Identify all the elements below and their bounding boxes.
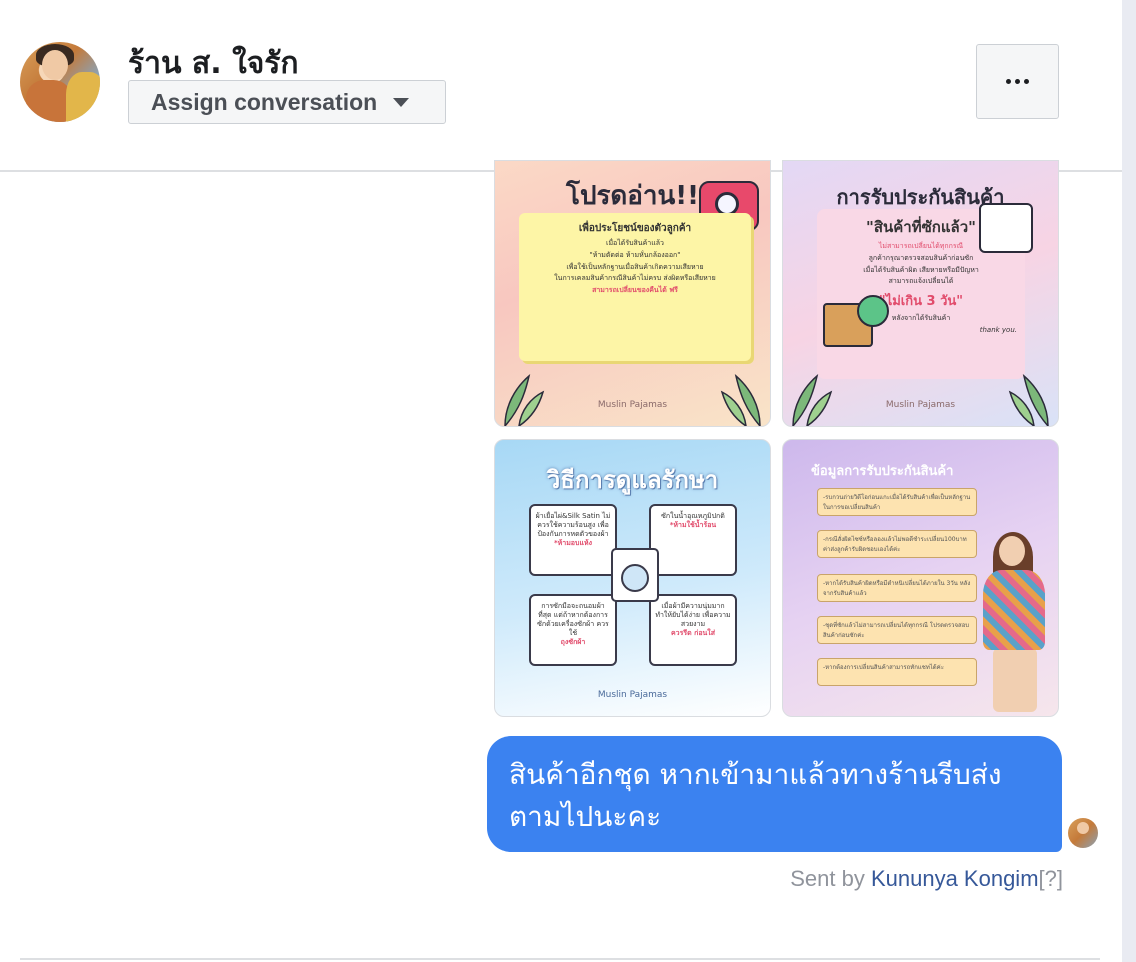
image-attachment-please-read[interactable]: โปรดอ่าน!! เพื่อประโยชน์ของตัวลูกค้า เมื… bbox=[494, 160, 771, 427]
page-avatar[interactable] bbox=[20, 42, 100, 122]
model-outfit bbox=[983, 570, 1045, 650]
leaf-icon bbox=[792, 373, 833, 426]
care-text: การซักมือจะถนอมผ้าที่สุด แต่ถ้าหากต้องกา… bbox=[537, 602, 609, 638]
care-text: เมื่อผ้ามีความนุ่มมาก ทำให้ยับได้ง่าย เพ… bbox=[655, 602, 731, 629]
info-row: -รบกวนถ่ายวิดีโอก่อนแกะเมื่อได้รับสินค้า… bbox=[817, 488, 977, 516]
assign-conversation-label: Assign conversation bbox=[151, 88, 378, 115]
brand-label: Muslin Pajamas bbox=[885, 400, 956, 410]
avatar-face bbox=[42, 50, 68, 80]
care-card: เมื่อผ้ามีความนุ่มมาก ทำให้ยับได้ง่าย เพ… bbox=[649, 594, 737, 666]
help-link[interactable]: [?] bbox=[1039, 866, 1063, 891]
more-dots-icon bbox=[1024, 79, 1029, 84]
model-legs bbox=[993, 648, 1037, 712]
image-attachment-warranty-info[interactable]: ข้อมูลการรับประกันสินค้า -รบกวนถ่ายวิดีโ… bbox=[782, 439, 1059, 717]
conversation-header: ร้าน ส. ใจรัก Assign conversation bbox=[0, 0, 1122, 172]
leaf-icon bbox=[1008, 373, 1049, 426]
info-row: -กรณีสั่งผิดไซซ์หรือลองแล้วไม่พอดีชำระเป… bbox=[817, 530, 977, 558]
sent-by-prefix: Sent by bbox=[790, 866, 871, 891]
sender-avatar-face bbox=[1077, 822, 1089, 834]
image-attachment-care-instructions[interactable]: วิธีการดูแลรักษา ผ้าเยื่อไผ่&Silk Satin … bbox=[494, 439, 771, 717]
more-options-button[interactable] bbox=[976, 44, 1059, 119]
info-row: -ชุดที่ซักแล้วไม่สามารถเปลี่ยนได้ทุกกรณี… bbox=[817, 616, 977, 644]
care-text: ผ้าเยื่อไผ่&Silk Satin ไม่ควรใช้ความร้อน… bbox=[535, 512, 611, 539]
notice-line: เพื่อใช้เป็นหลักฐานเมื่อสินค้าเกิดความเส… bbox=[566, 262, 704, 271]
notice-line: ในการเคลมสินค้ากรณีสินค้าไม่ครบ ส่งผิดหร… bbox=[554, 274, 716, 283]
leaf-icon bbox=[504, 373, 545, 426]
leaf-icon bbox=[720, 373, 761, 426]
more-dots-icon bbox=[1015, 79, 1020, 84]
care-warning: *ห้ามใช้น้ำร้อน bbox=[669, 521, 717, 530]
notice-heading: เพื่อประโยชน์ของตัวลูกค้า bbox=[578, 223, 692, 234]
sender-name-link[interactable]: Kununya Kongim bbox=[871, 866, 1039, 891]
composer-divider bbox=[20, 958, 1100, 960]
window-scrollbar[interactable] bbox=[1122, 0, 1136, 962]
warranty-line: สามารถแจ้งเปลี่ยนได้ bbox=[888, 277, 954, 286]
notice-line: สามารถเปลี่ยนของคืนได้ ฟรี bbox=[592, 286, 678, 294]
sender-avatar bbox=[1068, 818, 1098, 848]
warranty-line: เมื่อได้รับสินค้าผิด เสียหายหรือมีปัญหา bbox=[863, 265, 979, 274]
care-text: ซักในน้ำอุณหภูมิปกติ bbox=[661, 512, 725, 520]
notice-line: เมื่อได้รับสินค้าแล้ว bbox=[606, 239, 664, 247]
sent-by-line: Sent by Kununya Kongim[?] bbox=[790, 866, 1063, 892]
care-warning: ควรรีด ก่อนใส่ bbox=[670, 629, 716, 638]
image-title: วิธีการดูแลรักษา bbox=[546, 466, 719, 494]
message-bubble[interactable]: สินค้าอีกชุด หากเข้ามาแล้วทางร้านรีบส่งต… bbox=[487, 736, 1062, 852]
notice-card: เพื่อประโยชน์ของตัวลูกค้า เมื่อได้รับสิน… bbox=[519, 213, 751, 361]
image-attachment-grid: โปรดอ่าน!! เพื่อประโยชน์ของตัวลูกค้า เมื… bbox=[494, 160, 1060, 717]
image-attachment-warranty[interactable]: การรับประกันสินค้า "สินค้าที่ซักแล้ว" ไม… bbox=[782, 160, 1059, 427]
avatar-figure-right bbox=[66, 72, 100, 122]
brand-label: Muslin Pajamas bbox=[597, 690, 668, 700]
care-card: การซักมือจะถนอมผ้าที่สุด แต่ถ้าหากต้องกา… bbox=[529, 594, 617, 666]
info-row: -หากต้องการเปลี่ยนสินค้าสามารถทักแชทได้ค… bbox=[817, 658, 977, 686]
model-photo bbox=[973, 532, 1053, 716]
care-warning: ถุงซักผ้า bbox=[560, 638, 586, 647]
washing-machine-icon bbox=[979, 203, 1033, 253]
more-dots-icon bbox=[1006, 79, 1011, 84]
care-card: ซักในน้ำอุณหภูมิปกติ *ห้ามใช้น้ำร้อน bbox=[649, 504, 737, 576]
caret-down-icon bbox=[393, 97, 410, 107]
washing-machine-icon bbox=[611, 548, 659, 602]
image-title: ข้อมูลการรับประกันสินค้า bbox=[811, 464, 954, 479]
care-card: ผ้าเยื่อไผ่&Silk Satin ไม่ควรใช้ความร้อน… bbox=[529, 504, 617, 576]
warranty-line: ลูกค้ากรุณาตรวจสอบสินค้าก่อนซัก bbox=[868, 253, 974, 262]
model-head bbox=[999, 536, 1025, 566]
info-row: -หากได้รับสินค้าผิดหรือมีตำหนิเปลี่ยนได้… bbox=[817, 574, 977, 602]
check-icon bbox=[857, 295, 889, 327]
notice-line: "ห้ามตัดต่อ ห้ามหั่นกล้องออก" bbox=[589, 250, 681, 259]
care-warning: *ห้ามอบแห้ง bbox=[553, 539, 592, 548]
assign-conversation-button[interactable]: Assign conversation bbox=[128, 80, 446, 124]
brand-label: Muslin Pajamas bbox=[597, 400, 668, 410]
